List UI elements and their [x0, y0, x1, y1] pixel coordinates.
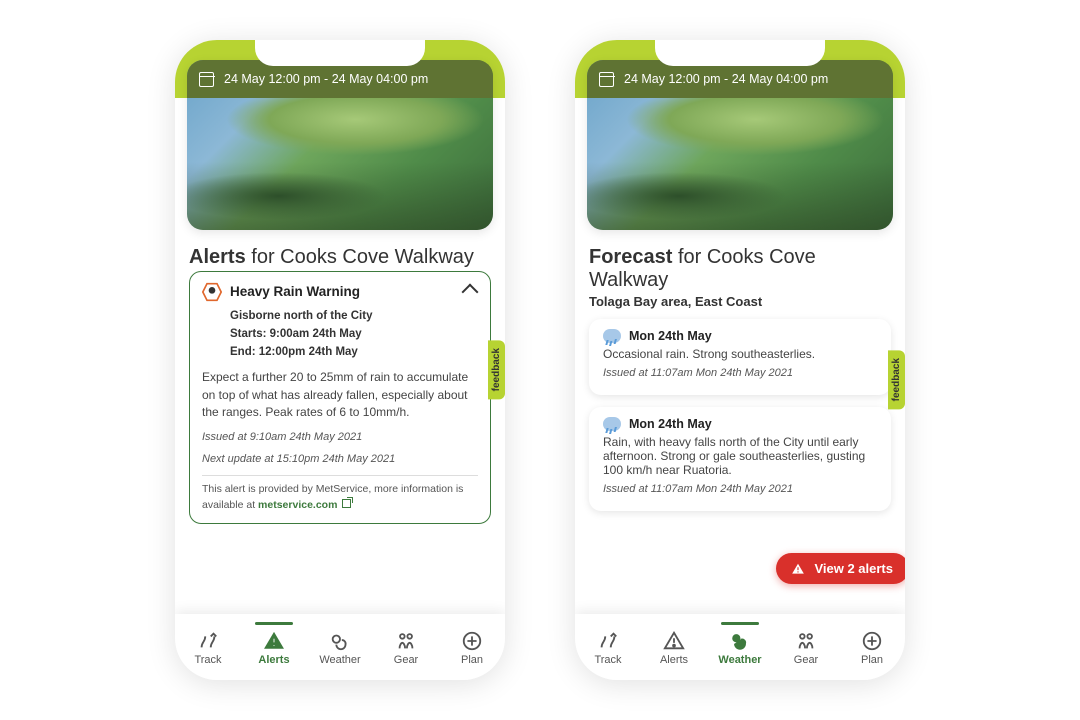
tab-plan[interactable]: Plan [443, 622, 501, 666]
alert-issued: Issued at 9:10am 24th May 2021 [202, 430, 478, 446]
tab-alerts[interactable]: Alerts [645, 622, 703, 666]
forecast-content: Forecast for Cooks Cove Walkway Tolaga B… [575, 230, 905, 680]
forecast-card[interactable]: Mon 24th May Rain, with heavy falls nort… [589, 407, 891, 511]
calendar-icon [199, 72, 214, 87]
forecast-date: Mon 24th May [629, 329, 712, 343]
tab-weather[interactable]: Weather [311, 622, 369, 666]
tab-gear[interactable]: Gear [777, 622, 835, 666]
forecast-issued: Issued at 11:07am Mon 24th May 2021 [603, 367, 877, 379]
phone-forecast: 24 May 12:00 pm - 24 May 04:00 pm Foreca… [575, 40, 905, 680]
time-range-text: 24 May 12:00 pm - 24 May 04:00 pm [224, 72, 428, 86]
tab-label: Plan [861, 654, 883, 666]
hero-image: 24 May 12:00 pm - 24 May 04:00 pm [187, 60, 493, 230]
title-prefix: Forecast [589, 246, 672, 268]
feedback-tab[interactable]: feedback [488, 340, 505, 399]
alert-title: Heavy Rain Warning [230, 282, 456, 302]
tab-label: Track [594, 654, 621, 666]
tab-label: Weather [718, 654, 761, 666]
alert-body: Expect a further 20 to 25mm of rain to a… [202, 369, 478, 421]
view-alerts-button[interactable]: View 2 alerts [776, 553, 905, 584]
alert-card-header[interactable]: Heavy Rain Warning [202, 282, 478, 302]
tab-alerts[interactable]: Alerts [245, 622, 303, 666]
alert-region: Gisborne north of the City [230, 308, 478, 326]
forecast-body: Occasional rain. Strong southeasterlies. [603, 347, 877, 361]
forecast-issued: Issued at 11:07am Mon 24th May 2021 [603, 483, 877, 495]
tab-plan[interactable]: Plan [843, 622, 901, 666]
tab-label: Track [194, 654, 221, 666]
alert-meta: Gisborne north of the City Starts: 9:00a… [202, 308, 478, 361]
alert-starts: Starts: 9:00am 24th May [230, 326, 478, 344]
tab-label: Gear [394, 654, 418, 666]
provider-link[interactable]: metservice.com [258, 499, 337, 511]
tab-label: Weather [319, 654, 360, 666]
external-link-icon [342, 499, 351, 508]
title-suffix: for Cooks Cove Walkway [251, 246, 474, 268]
feedback-tab[interactable]: feedback [888, 350, 905, 409]
forecast-body: Rain, with heavy falls north of the City… [603, 435, 877, 477]
alert-provider: This alert is provided by MetService, mo… [202, 482, 478, 512]
tab-gear[interactable]: Gear [377, 622, 435, 666]
forecast-subtitle: Tolaga Bay area, East Coast [589, 294, 891, 309]
hero-image: 24 May 12:00 pm - 24 May 04:00 pm [587, 60, 893, 230]
page-title: Alerts for Cooks Cove Walkway [189, 246, 491, 269]
rain-icon [603, 329, 621, 343]
alerts-content: Alerts for Cooks Cove Walkway Heavy Rain… [175, 230, 505, 680]
chevron-up-icon[interactable] [462, 284, 479, 301]
warning-icon [790, 562, 806, 576]
tab-label: Alerts [660, 654, 688, 666]
forecast-card[interactable]: Mon 24th May Occasional rain. Strong sou… [589, 319, 891, 395]
calendar-icon [599, 72, 614, 87]
tab-weather[interactable]: Weather [711, 622, 769, 666]
tab-label: Alerts [258, 654, 289, 666]
device-notch [255, 40, 425, 66]
view-alerts-label: View 2 alerts [814, 561, 893, 576]
page-title: Forecast for Cooks Cove Walkway [589, 246, 891, 292]
phone-alerts: 24 May 12:00 pm - 24 May 04:00 pm Alerts… [175, 40, 505, 680]
alert-card: Heavy Rain Warning Gisborne north of the… [189, 271, 491, 524]
alert-next-update: Next update at 15:10pm 24th May 2021 [202, 452, 478, 468]
rain-icon [603, 417, 621, 431]
device-notch [655, 40, 825, 66]
forecast-date: Mon 24th May [629, 417, 712, 431]
divider [202, 475, 478, 476]
tab-label: Plan [461, 654, 483, 666]
bottom-tab-bar: Track Alerts Weather Gear Plan [575, 614, 905, 680]
time-range-text: 24 May 12:00 pm - 24 May 04:00 pm [624, 72, 828, 86]
alert-ends: End: 12:00pm 24th May [230, 344, 478, 362]
heavy-rain-warning-icon [202, 282, 222, 302]
bottom-tab-bar: Track Alerts Weather Gear Plan [175, 614, 505, 680]
tab-label: Gear [794, 654, 818, 666]
tab-track[interactable]: Track [579, 622, 637, 666]
tab-track[interactable]: Track [179, 622, 237, 666]
title-prefix: Alerts [189, 246, 246, 268]
